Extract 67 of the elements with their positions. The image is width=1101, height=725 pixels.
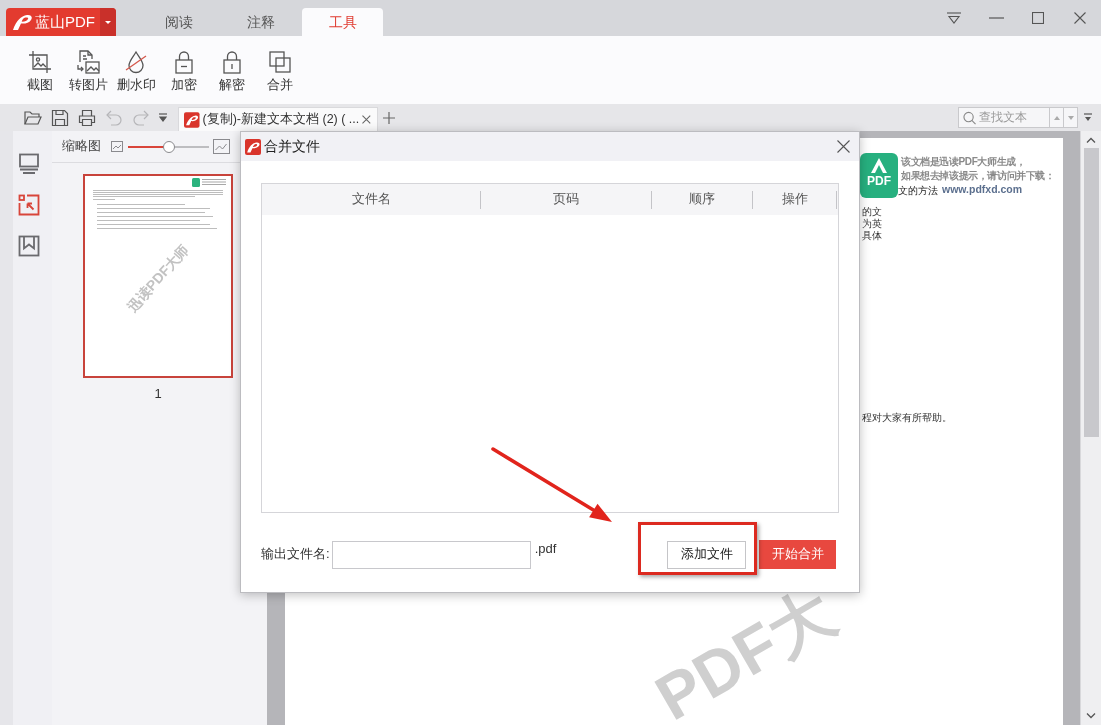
- output-name-field[interactable]: [331, 540, 531, 569]
- add-file-button[interactable]: 添加文件: [667, 540, 746, 569]
- ribbon-tool-button[interactable]: 加密: [160, 50, 208, 98]
- page-list-icon[interactable]: [18, 153, 40, 175]
- down-triangle-icon: [1067, 115, 1074, 120]
- chevron-down-icon[interactable]: [1086, 713, 1096, 719]
- ribbon-tool-button[interactable]: 解密: [208, 50, 256, 98]
- menu-tab[interactable]: 工具: [302, 8, 383, 36]
- padlock-icon: [172, 50, 196, 74]
- dialog-title: 合并文件: [264, 137, 320, 156]
- up-triangle-icon: [1053, 115, 1060, 120]
- page-picture-icon: [76, 50, 100, 74]
- app-logo-icon: [184, 111, 200, 128]
- ribbon-tool-button[interactable]: 合并: [256, 50, 304, 98]
- ribbon-tool-button[interactable]: 截图: [16, 50, 64, 98]
- ribbon-tool-button[interactable]: 转图片: [64, 50, 112, 98]
- body-text: 具体: [862, 230, 883, 242]
- folder-icon[interactable]: [24, 108, 42, 127]
- thumbnail-view-icon[interactable]: [18, 194, 40, 216]
- panel-title: 缩略图: [62, 138, 101, 155]
- close-icon[interactable]: [837, 140, 850, 153]
- maximize-icon[interactable]: [1032, 12, 1044, 24]
- menu-tab[interactable]: 阅读: [138, 8, 219, 36]
- search-icon: [963, 110, 976, 125]
- drop-slash-icon: [124, 50, 148, 74]
- app-logo-icon: [245, 138, 261, 155]
- peak-icon: [870, 158, 888, 173]
- bookmark-icon[interactable]: [18, 235, 40, 257]
- column-header: 页码: [552, 191, 580, 208]
- column-header: 文件名: [350, 191, 392, 208]
- minimize-icon[interactable]: [988, 17, 1004, 19]
- large-image-icon[interactable]: [213, 139, 230, 154]
- small-image-icon[interactable]: [111, 141, 123, 152]
- ribbon-tool-button[interactable]: 删水印: [112, 50, 160, 98]
- heading-text: 文的方法: [898, 183, 938, 197]
- scrollbar-thumb[interactable]: [1083, 148, 1099, 437]
- chevron-up-icon[interactable]: [1086, 137, 1096, 143]
- close-icon[interactable]: [1074, 12, 1086, 24]
- close-icon[interactable]: [362, 115, 371, 124]
- column-header: 顺序: [688, 191, 716, 208]
- caret-icon[interactable]: [159, 112, 167, 123]
- menu-icon[interactable]: [946, 12, 962, 24]
- extension-label: .pdf: [534, 541, 557, 558]
- slider-thumb[interactable]: [162, 140, 175, 153]
- caret-icon[interactable]: [1084, 112, 1092, 123]
- swoosh-logo-icon: [12, 13, 32, 31]
- notice-text: 该文档是迅读PDF大师生成，: [900, 155, 1027, 169]
- search-field[interactable]: 查找文本: [958, 107, 1050, 128]
- search-input[interactable]: 查找文本: [979, 109, 1049, 126]
- start-merge-button[interactable]: 开始合并: [759, 540, 836, 569]
- logo-text: PDF: [867, 175, 891, 187]
- output-name-label: 输出文件名:: [261, 546, 330, 563]
- url-text: www.pdfxd.com: [942, 183, 1023, 197]
- notice-text: 如果想去掉该提示，请访问并下载：: [900, 169, 1055, 183]
- app-menu-button[interactable]: 蓝山PDF: [6, 8, 116, 36]
- menu-tab[interactable]: 注释: [220, 8, 301, 36]
- padlock-icon: [220, 50, 244, 74]
- printer-icon[interactable]: [78, 108, 96, 127]
- body-text: 的文: [862, 206, 883, 218]
- body-text: 程对大家有所帮助。: [862, 412, 953, 424]
- body-text: 为英: [862, 218, 883, 230]
- overlapping-squares-icon: [268, 50, 292, 74]
- picture-frame-icon: [28, 50, 52, 74]
- page-number: 1: [153, 386, 163, 403]
- plus-icon[interactable]: [383, 111, 395, 124]
- document-tab[interactable]: (复制)-新建文本文档 (2) ( ...: [178, 107, 378, 131]
- column-header: 操作: [780, 191, 809, 208]
